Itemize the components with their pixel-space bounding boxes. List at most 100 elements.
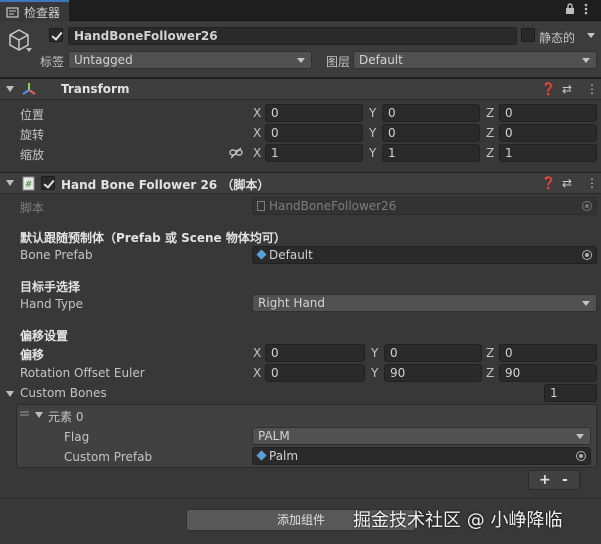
section-hand-header: 目标手选择 [20,280,81,294]
inspector-tab-title: 检查器 [24,5,61,20]
kebab-menu-icon[interactable] [584,3,588,15]
offset-z-input[interactable]: 0 [499,344,597,362]
rotation-offset-z-input[interactable]: 90 [499,364,597,382]
active-checkbox[interactable] [49,28,63,42]
object-picker-icon[interactable] [576,451,586,461]
rotation-x-input[interactable]: 0 [265,124,363,142]
lock-icon[interactable] [565,3,575,15]
axis-x-label[interactable]: X [253,106,261,120]
remove-element-button[interactable]: - [562,472,568,488]
rotation-offset-x-input[interactable]: 0 [265,364,365,382]
inspector-tab-bar: 检查器 [0,0,601,22]
static-dropdown[interactable] [585,27,597,45]
position-label: 位置 [20,108,45,122]
object-picker-icon[interactable] [582,250,592,260]
list-add-remove-bar: + - [528,470,580,490]
bone-prefab-value: Default [269,248,313,262]
axis-x-label[interactable]: X [253,146,261,160]
script-label: 脚本 [20,201,45,215]
bone-prefab-field[interactable]: Default [252,246,597,264]
axis-z-label[interactable]: Z [486,146,494,160]
help-icon[interactable]: ❓ [541,176,556,190]
position-y-input[interactable]: 0 [382,104,480,122]
component-title: Hand Bone Follower 26 （脚本） [61,178,270,192]
position-z-input[interactable]: 0 [499,104,597,122]
flag-value: PALM [258,429,290,443]
inspector-tab[interactable]: 检查器 [0,0,69,22]
axis-z-label[interactable]: Z [486,126,494,140]
custom-prefab-value: Palm [269,449,299,463]
script-value: HandBoneFollower26 [269,199,397,213]
scale-label: 缩放 [20,148,45,162]
inspector-icon [6,6,19,18]
script-field[interactable]: HandBoneFollower26 [252,197,597,215]
axis-y-label[interactable]: Y [369,106,376,120]
custom-bones-fold-icon[interactable] [6,391,14,397]
fold-arrow-icon[interactable] [6,180,14,186]
static-checkbox[interactable] [521,28,535,42]
script-file-icon [257,201,265,211]
axis-y-label[interactable]: Y [371,346,378,360]
tag-value: Untagged [74,53,133,67]
axis-x-label[interactable]: X [253,346,261,360]
watermark: 掘金技术社区 @ 小峥降临 [353,510,563,531]
unlinked-scale-icon[interactable] [229,147,243,159]
preset-icon[interactable]: ⇄ [562,176,572,190]
axis-y-label[interactable]: Y [369,146,376,160]
position-x-input[interactable]: 0 [265,104,363,122]
component-enabled-checkbox[interactable] [41,176,55,190]
hand-type-dropdown[interactable]: Right Hand [252,294,597,312]
prefab-icon [256,450,267,461]
axis-z-label[interactable]: Z [486,366,494,380]
scale-y-input[interactable]: 1 [382,144,480,162]
svg-text:#: # [25,180,33,190]
rotation-y-input[interactable]: 0 [382,124,480,142]
icon-dropdown-arrow[interactable] [26,48,32,52]
component-menu-icon[interactable]: ⋮ [586,82,598,96]
fold-arrow-icon[interactable] [6,86,14,92]
axis-x-label[interactable]: X [253,126,261,140]
hand-type-value: Right Hand [258,296,326,310]
axis-z-label[interactable]: Z [486,106,494,120]
object-name-input[interactable]: HandBoneFollower26 [68,27,517,45]
scale-z-input[interactable]: 1 [499,144,597,162]
transform-header[interactable]: Transform ❓ ⇄ ⋮ [0,78,601,100]
custom-prefab-field[interactable]: Palm [252,447,591,465]
component-menu-icon[interactable]: ⋮ [586,176,598,190]
transform-title: Transform [61,82,130,96]
drag-handle-icon[interactable] [20,411,29,417]
add-element-button[interactable]: + [539,472,551,488]
element-label[interactable]: 元素 0 [48,408,83,425]
offset-y-input[interactable]: 0 [384,344,482,362]
flag-dropdown[interactable]: PALM [252,427,591,445]
layer-label: 图层 [326,55,351,69]
custom-prefab-label: Custom Prefab [64,450,153,464]
axis-z-label[interactable]: Z [486,346,494,360]
rotation-offset-y-input[interactable]: 90 [384,364,482,382]
object-picker-icon[interactable] [582,201,592,211]
element-fold-icon[interactable] [35,412,43,418]
rotation-label: 旋转 [20,128,45,142]
tag-label: 标签 [40,55,65,69]
static-label: 静态的 [539,31,576,45]
tag-dropdown[interactable]: Untagged [68,51,312,69]
axis-y-label[interactable]: Y [369,126,376,140]
preset-icon[interactable]: ⇄ [562,82,572,96]
axis-y-label[interactable]: Y [371,366,378,380]
custom-bones-label[interactable]: Custom Bones [20,386,107,400]
script-component-header[interactable]: # Hand Bone Follower 26 （脚本） ❓ ⇄ ⋮ [0,172,601,194]
custom-bones-count-input[interactable]: 1 [544,384,597,402]
layer-value: Default [359,53,403,67]
rotation-offset-label: Rotation Offset Euler [20,366,145,380]
help-icon[interactable]: ❓ [541,82,556,96]
transform-icon [22,83,36,95]
offset-x-input[interactable]: 0 [265,344,365,362]
offset-label: 偏移 [20,348,45,362]
hand-type-label: Hand Type [20,297,83,311]
script-icon: # [22,176,35,191]
scale-x-input[interactable]: 1 [265,144,363,162]
prefab-icon [256,249,267,260]
axis-x-label[interactable]: X [253,366,261,380]
rotation-z-input[interactable]: 0 [499,124,597,142]
layer-dropdown[interactable]: Default [353,51,597,69]
